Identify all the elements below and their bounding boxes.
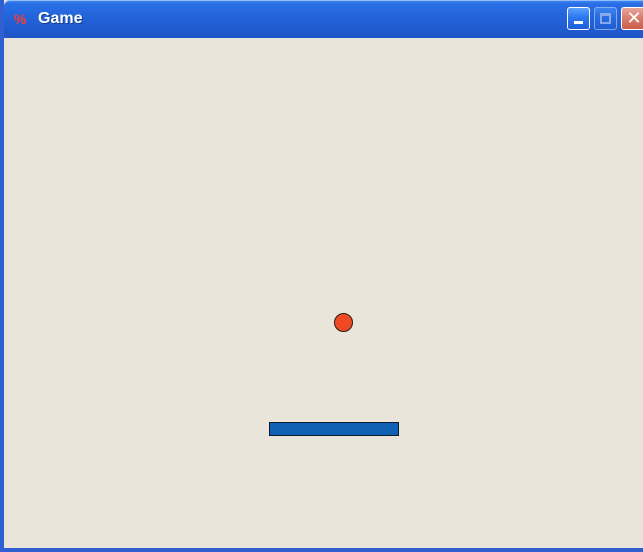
title-bar[interactable]: % Game ✕	[4, 0, 643, 38]
maximize-button	[594, 7, 617, 30]
minimize-button[interactable]	[567, 7, 590, 30]
minimize-icon	[574, 21, 583, 24]
close-icon: ✕	[626, 8, 642, 28]
game-window: % Game ✕	[0, 0, 643, 552]
game-canvas[interactable]	[8, 38, 643, 548]
window-title: Game	[38, 10, 83, 27]
maximize-icon	[600, 13, 611, 24]
close-button[interactable]: ✕	[621, 7, 643, 30]
paddle[interactable]	[269, 422, 399, 436]
app-icon[interactable]: %	[14, 12, 32, 26]
ball	[334, 313, 353, 332]
